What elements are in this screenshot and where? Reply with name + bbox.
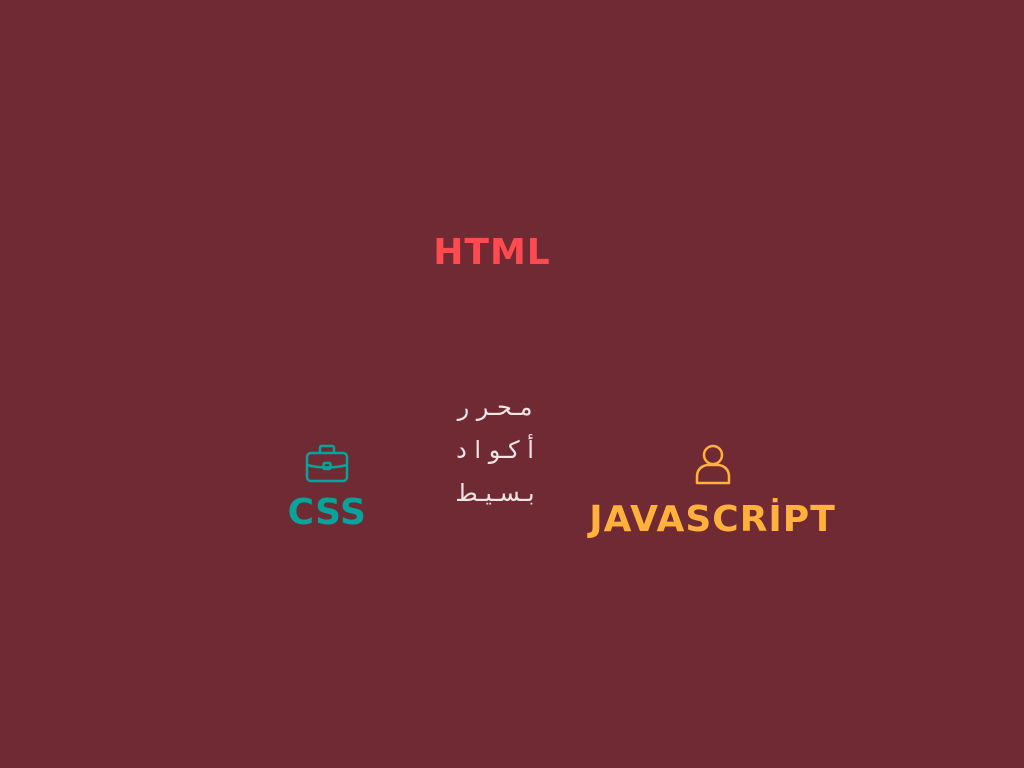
briefcase-icon: [305, 444, 349, 483]
javascript-heading: JAVASCRİPT: [589, 499, 836, 540]
css-heading: CSS: [287, 492, 367, 533]
html-heading: HTML: [433, 232, 551, 273]
javascript-block: JAVASCRİPT: [560, 439, 865, 541]
user-icon: [695, 444, 730, 485]
css-block: CSS: [270, 442, 384, 534]
arabic-caption: مـحـر ر أ كـو ا د بـسـيـط: [455, 393, 535, 507]
